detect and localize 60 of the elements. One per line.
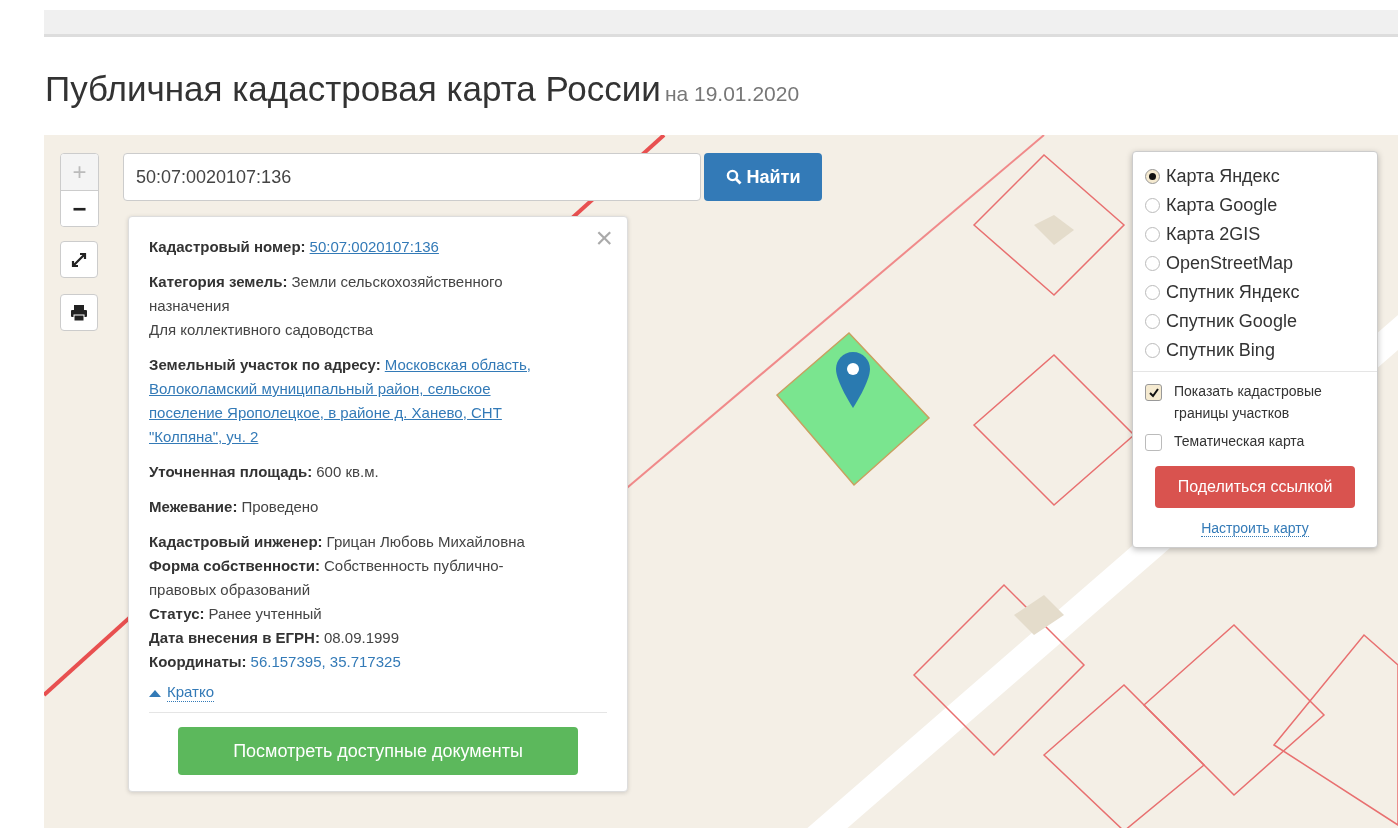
field-value: Проведено (241, 498, 319, 515)
radio-button[interactable] (1145, 343, 1160, 358)
layer-label[interactable]: Спутник Google (1166, 311, 1297, 332)
radio-button[interactable] (1145, 169, 1160, 184)
layer-label[interactable]: Карта 2GIS (1166, 224, 1261, 245)
checkbox[interactable] (1145, 384, 1162, 401)
printer-icon (70, 303, 88, 322)
layer-label[interactable]: OpenStreetMap (1166, 253, 1294, 274)
field-note: Для коллективного садоводства (149, 320, 375, 340)
field-link[interactable]: "Колпяна", уч. 2 (149, 428, 259, 445)
print-button[interactable] (60, 294, 98, 331)
field-label: Кадастровый инженер: (149, 533, 323, 550)
option-label[interactable]: Показать кадастровые границы участков (1174, 380, 1365, 424)
field-label: Кадастровый номер: (149, 238, 306, 255)
fullscreen-button[interactable] (60, 241, 98, 278)
field-label: Статус: (149, 605, 205, 622)
field-label: Уточненная площадь: (149, 463, 313, 480)
field-label: Межевание: (149, 498, 238, 515)
documents-button[interactable]: Посмотреть доступные документы (178, 727, 578, 775)
layer-label[interactable]: Карта Google (1166, 195, 1278, 216)
search-button[interactable]: Найти (704, 153, 822, 201)
field-value: правовых образований (149, 581, 311, 598)
share-button[interactable]: Поделиться ссылкой (1155, 466, 1355, 508)
configure-map-link[interactable]: Настроить карту (1201, 520, 1309, 537)
collapse-link[interactable]: Кратко (167, 683, 215, 702)
zoom-out-button[interactable]: − (61, 190, 98, 226)
field-value: Земли сельскохозяйственного (291, 273, 503, 290)
field-label: Земельный участок по адресу: (149, 356, 381, 373)
field-label: Координаты: (149, 653, 247, 670)
field-value: 08.09.1999 (323, 629, 399, 646)
checkbox[interactable] (1145, 434, 1162, 451)
map-pin-icon[interactable] (836, 352, 870, 408)
field-value: назначения (149, 297, 230, 314)
page-title: Публичная кадастровая карта России (45, 69, 661, 108)
radio-button[interactable] (1145, 285, 1160, 300)
search-field[interactable]: 50:07:0020107:136 (123, 153, 701, 201)
layer-label[interactable]: Спутник Яндекс (1166, 282, 1300, 303)
option-label[interactable]: Тематическая карта (1174, 430, 1305, 452)
field-link[interactable]: 50:07:0020107:136 (309, 238, 439, 255)
field-link[interactable]: Волоколамский муниципальный район, сельское (149, 380, 491, 397)
field-label: Форма собственности: (149, 557, 320, 574)
caret-up-icon (149, 688, 161, 697)
coordinates-link[interactable]: 56.157395, 35.717325 (250, 653, 401, 670)
search-icon (725, 169, 742, 185)
field-label: Категория земель: (149, 273, 288, 290)
field-label: Дата внесения в ЕГРН: (149, 629, 320, 646)
radio-button[interactable] (1145, 198, 1160, 213)
layer-label[interactable]: Спутник Bing (1166, 340, 1275, 361)
expand-icon (71, 251, 87, 268)
radio-button[interactable] (1145, 314, 1160, 329)
layer-label[interactable]: Карта Яндекс (1166, 166, 1280, 187)
radio-button[interactable] (1145, 227, 1160, 242)
field-value: Грицан Любовь Михайловна (326, 533, 525, 550)
field-link[interactable]: поселение Ярополецкое, в районе д. Ханево, СНТ (149, 404, 502, 421)
page-date: на 19.01.2020 (664, 82, 800, 105)
field-value: 600 кв.м. (316, 463, 379, 480)
radio-button[interactable] (1145, 256, 1160, 271)
field-link[interactable]: Московская область, (384, 356, 531, 373)
field-value: Ранее учтенный (208, 605, 322, 622)
field-value: Собственность публично- (323, 557, 504, 574)
